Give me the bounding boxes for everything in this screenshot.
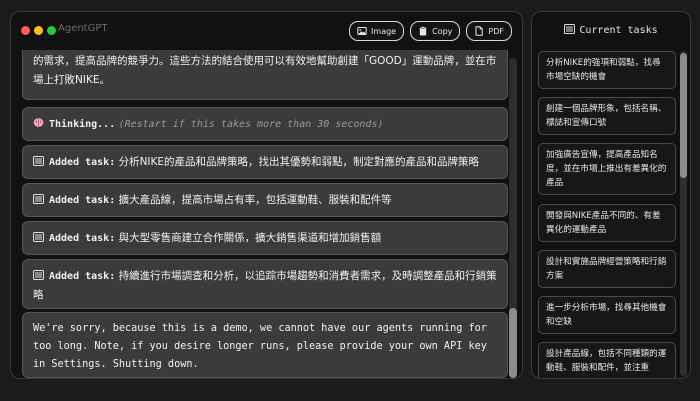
message-feed: 的需求，提高品牌的競爭力。這些方法的結合使用可以有效地幫助創建「GOOD」運動品… — [22, 50, 508, 378]
agent-window: AgentGPT Image Copy PDF 的需求，提高品牌的競爭力。這些方… — [10, 11, 523, 379]
image-icon — [357, 27, 367, 35]
feed-scrollbar-thumb[interactable] — [509, 308, 517, 378]
task-item[interactable]: 創建一個品牌形象，包括名稱、標誌和宣傳口號 — [538, 97, 676, 135]
tasks-panel-title: Current tasks — [579, 25, 658, 36]
shutdown-message: We're sorry, because this is a demo, we … — [33, 323, 487, 370]
task-list-icon — [33, 194, 44, 204]
file-pdf-icon — [475, 26, 484, 36]
image-button-label: Image — [371, 26, 397, 36]
thinking-hint: (Restart if this takes more than 30 seco… — [118, 119, 384, 130]
added-task-text: 與大型零售商建立合作關係，擴大銷售渠道和增加銷售額 — [118, 232, 382, 244]
task-item[interactable]: 進一步分析市場，找尋其他機會和空缺 — [538, 296, 676, 334]
added-task-label: Added task: — [49, 195, 116, 206]
task-item[interactable]: 開發與NIKE產品不同的、有差異化的運動產品 — [538, 204, 676, 242]
window-controls — [21, 26, 56, 35]
thinking-card: Thinking... (Restart if this takes more … — [22, 107, 508, 141]
task-list-icon — [33, 232, 44, 242]
export-toolbar: Image Copy PDF — [349, 21, 512, 41]
task-item[interactable]: 分析NIKE的強項和弱點，找尋市場空缺的機會 — [538, 51, 676, 89]
task-item[interactable]: 設計產品線，包括不同種類的運動鞋、服裝和配件，並注重 — [538, 342, 676, 378]
tasks-scrollbar-thumb[interactable] — [680, 53, 687, 178]
added-task-text: 分析NIKE的產品和品牌策略，找出其優勢和弱點，制定對應的產品和品牌策略 — [118, 156, 480, 168]
image-button[interactable]: Image — [349, 21, 405, 41]
added-task-text: 擴大產品線，提高市場占有率，包括運動鞋、服裝和配件等 — [118, 194, 392, 206]
added-task-card: Added task: 分析NIKE的產品和品牌策略，找出其優勢和弱點，制定對應… — [22, 145, 508, 179]
close-window-dot[interactable] — [21, 26, 30, 35]
added-task-label: Added task: — [49, 233, 116, 244]
message-text: 的需求，提高品牌的競爭力。這些方法的結合使用可以有效地幫助創建「GOOD」運動品… — [33, 55, 497, 86]
pdf-button[interactable]: PDF — [466, 21, 512, 41]
added-task-card: Added task: 擴大產品線，提高市場占有率，包括運動鞋、服裝和配件等 — [22, 183, 508, 217]
task-item[interactable]: 加強廣告宣傳，提高產品知名度，並在市場上推出有差異化的產品 — [538, 143, 676, 195]
tasks-scrollbar[interactable] — [680, 51, 687, 376]
copy-button[interactable]: Copy — [410, 21, 461, 41]
task-list: 分析NIKE的強項和弱點，找尋市場空缺的機會 創建一個品牌形象，包括名稱、標誌和… — [538, 51, 676, 378]
thinking-label: Thinking... — [49, 119, 116, 130]
task-list-icon — [33, 270, 44, 280]
minimize-window-dot[interactable] — [34, 26, 43, 35]
tasks-panel: Current tasks 分析NIKE的強項和弱點，找尋市場空缺的機會 創建一… — [531, 11, 691, 379]
task-list-icon — [33, 156, 44, 166]
clipboard-icon — [419, 26, 427, 36]
task-list-icon — [564, 24, 576, 34]
shutdown-message-card: We're sorry, because this is a demo, we … — [22, 312, 508, 378]
added-task-card: Added task: 與大型零售商建立合作關係，擴大銷售渠道和增加銷售額 — [22, 221, 508, 255]
copy-button-label: Copy — [432, 26, 453, 36]
window-titlebar: AgentGPT Image Copy PDF — [11, 12, 522, 50]
app-title: AgentGPT — [58, 23, 108, 34]
feed-scrollbar[interactable] — [509, 58, 517, 378]
pdf-button-label: PDF — [488, 26, 504, 36]
added-task-label: Added task: — [49, 271, 116, 282]
tasks-panel-header: Current tasks — [532, 24, 690, 36]
added-task-card: Added task: 持續進行市場調查和分析，以追踪市場趨勢和消費者需求，及時… — [22, 259, 508, 309]
message-card-partial: 的需求，提高品牌的競爭力。這些方法的結合使用可以有效地幫助創建「GOOD」運動品… — [22, 50, 508, 100]
maximize-window-dot[interactable] — [47, 26, 56, 35]
brain-icon — [33, 118, 44, 127]
added-task-label: Added task: — [49, 157, 116, 168]
task-item[interactable]: 設計和實施品牌經營策略和行銷方案 — [538, 250, 676, 288]
